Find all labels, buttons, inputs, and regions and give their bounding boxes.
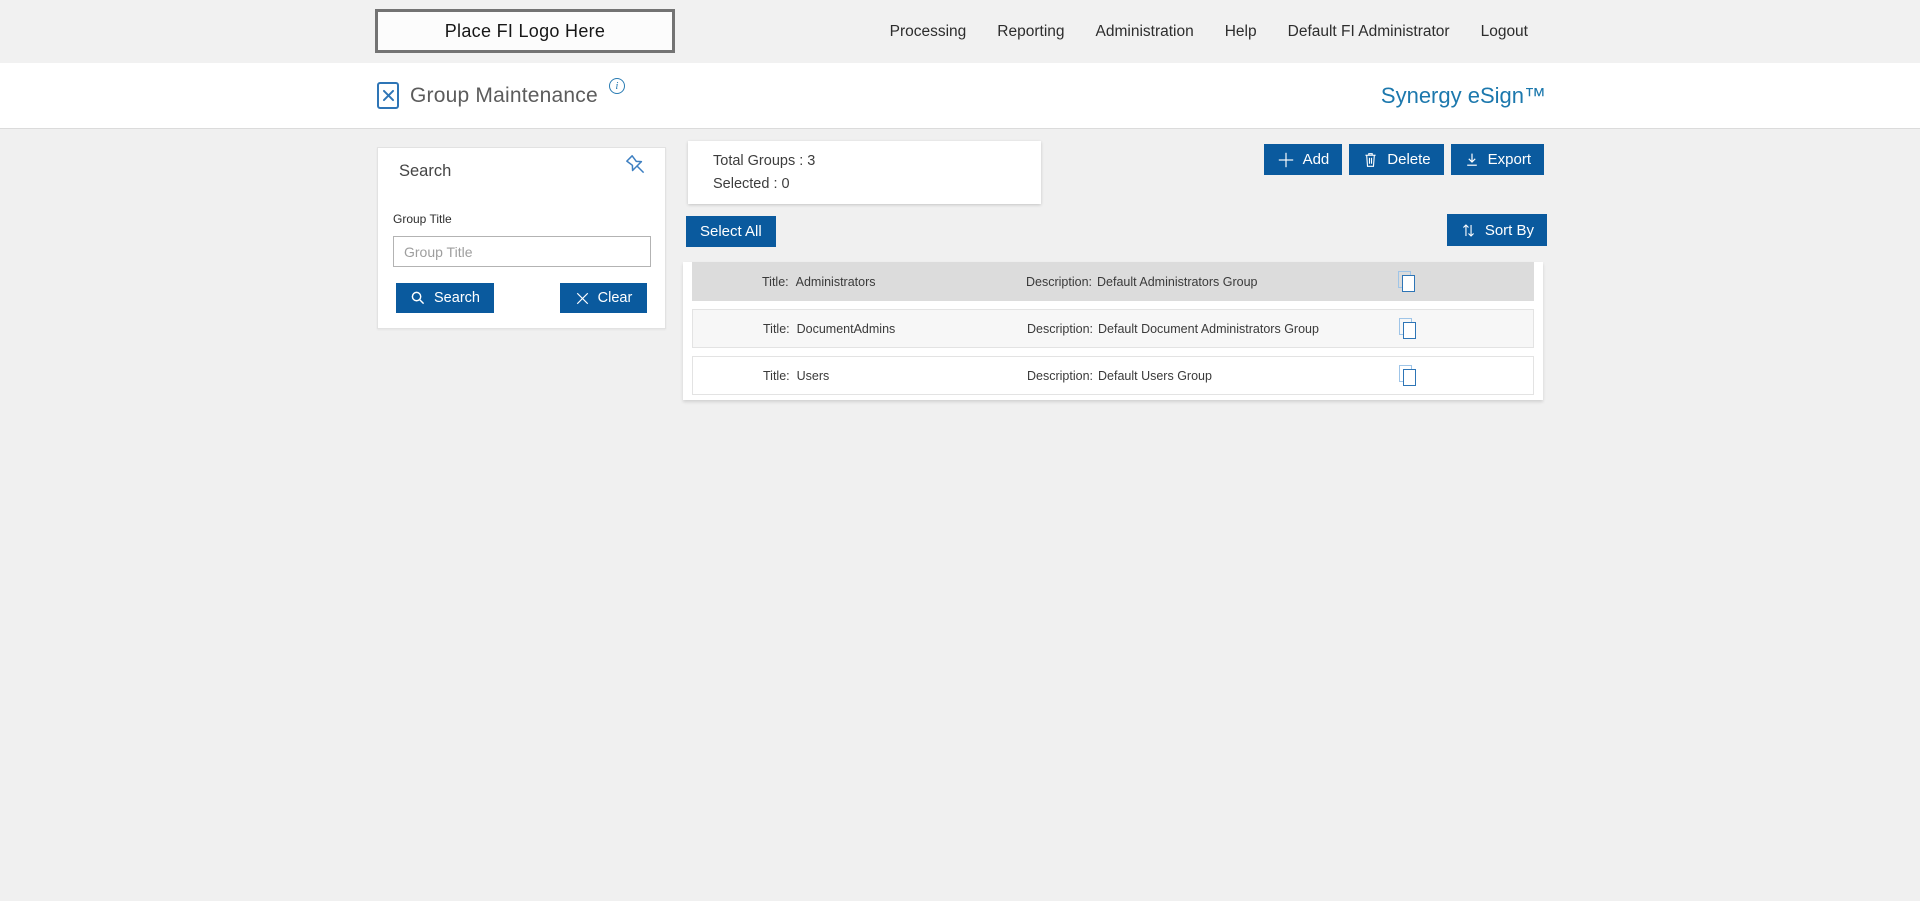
fi-logo-placeholder: Place FI Logo Here	[375, 9, 675, 53]
row-title-label: Title:	[762, 275, 789, 289]
row-description: Description: Default Administrators Group	[1026, 275, 1258, 289]
search-panel: Search Group Title Search Clear	[377, 147, 666, 329]
pin-icon[interactable]	[622, 151, 652, 181]
copy-icon[interactable]	[1396, 364, 1420, 388]
select-all-button[interactable]: Select All	[686, 216, 776, 247]
row-description: Description: Default Document Administrat…	[1027, 322, 1319, 336]
row-title: Title: DocumentAdmins	[763, 322, 895, 336]
copy-icon-front	[1402, 275, 1415, 292]
search-button[interactable]: Search	[396, 283, 494, 313]
sort-by-label: Sort By	[1485, 222, 1534, 239]
selected-count-text: Selected : 0	[713, 176, 1041, 192]
row-description-label: Description:	[1027, 369, 1093, 383]
download-icon	[1464, 152, 1480, 168]
top-nav: Processing Reporting Administration Help Def…	[890, 0, 1528, 63]
row-title-value: Users	[797, 369, 830, 383]
row-description-value: Default Administrators Group	[1097, 275, 1258, 289]
page-header: Group Maintenance i Synergy eSign™	[0, 63, 1920, 129]
export-button-label: Export	[1488, 151, 1531, 168]
nav-item-administration[interactable]: Administration	[1096, 23, 1194, 41]
row-title: Title: Administrators	[762, 275, 876, 289]
info-icon[interactable]: i	[609, 78, 625, 94]
group-list: Title: Administrators Description: Default …	[683, 262, 1543, 400]
sort-icon	[1460, 222, 1477, 239]
nav-item-logout[interactable]: Logout	[1481, 23, 1528, 41]
nav-item-processing[interactable]: Processing	[890, 23, 967, 41]
search-icon	[410, 290, 426, 306]
clear-button-label: Clear	[598, 290, 633, 306]
row-description: Description: Default Users Group	[1027, 369, 1212, 383]
group-row[interactable]: Title: Administrators Description: Default …	[692, 262, 1534, 301]
select-all-label: Select All	[700, 223, 762, 240]
clear-button[interactable]: Clear	[560, 283, 647, 313]
group-maintenance-icon	[377, 82, 399, 109]
total-groups-text: Total Groups : 3	[713, 153, 1041, 169]
row-description-value: Default Users Group	[1098, 369, 1212, 383]
sort-by-button[interactable]: Sort By	[1447, 214, 1547, 246]
copy-icon[interactable]	[1396, 317, 1420, 341]
page-header-left: Group Maintenance i	[377, 63, 625, 128]
row-title: Title: Users	[763, 369, 829, 383]
group-title-label: Group Title	[393, 212, 452, 226]
trash-icon	[1362, 151, 1379, 168]
group-title-input[interactable]	[393, 236, 651, 267]
nav-item-help[interactable]: Help	[1225, 23, 1257, 41]
nav-item-reporting[interactable]: Reporting	[997, 23, 1064, 41]
toolbar: Add Delete Export	[1264, 144, 1544, 175]
plus-icon	[1277, 151, 1295, 169]
search-panel-title: Search	[399, 162, 451, 181]
row-title-value: Administrators	[796, 275, 876, 289]
row-title-label: Title:	[763, 322, 790, 336]
row-description-value: Default Document Administrators Group	[1098, 322, 1319, 336]
export-button[interactable]: Export	[1451, 144, 1544, 175]
nav-item-default-fi-administrator[interactable]: Default FI Administrator	[1288, 23, 1450, 41]
brand-logo: Synergy eSign™	[1381, 63, 1546, 128]
summary-box: Total Groups : 3 Selected : 0	[688, 141, 1041, 204]
copy-icon[interactable]	[1395, 270, 1419, 294]
row-title-label: Title:	[763, 369, 790, 383]
top-bar: Place FI Logo Here Processing Reporting Ad…	[0, 0, 1920, 63]
delete-button-label: Delete	[1387, 151, 1430, 168]
close-icon	[575, 291, 590, 306]
copy-icon-front	[1403, 322, 1416, 339]
search-button-label: Search	[434, 290, 480, 306]
add-button[interactable]: Add	[1264, 144, 1343, 175]
copy-icon-front	[1403, 369, 1416, 386]
row-description-label: Description:	[1027, 322, 1093, 336]
add-button-label: Add	[1303, 151, 1330, 168]
group-row[interactable]: Title: Users Description: Default Users Gro…	[692, 356, 1534, 395]
row-title-value: DocumentAdmins	[797, 322, 896, 336]
group-row[interactable]: Title: DocumentAdmins Description: Default …	[692, 309, 1534, 348]
page-title: Group Maintenance	[410, 84, 598, 108]
row-description-label: Description:	[1026, 275, 1092, 289]
delete-button[interactable]: Delete	[1349, 144, 1443, 175]
